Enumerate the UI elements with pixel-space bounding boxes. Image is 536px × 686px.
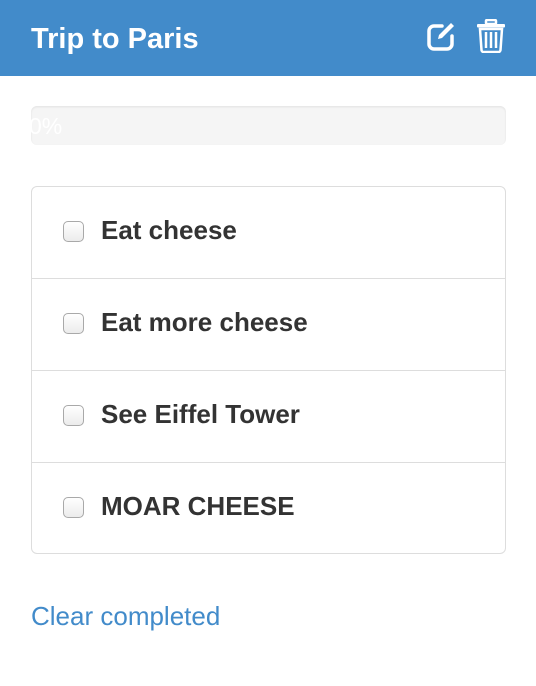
progress-bar: 0% [31, 106, 506, 145]
item-checkbox[interactable] [63, 313, 84, 334]
item-checkbox[interactable] [63, 497, 84, 518]
clear-completed-link[interactable]: Clear completed [31, 600, 220, 632]
item-label: See Eiffel Tower [101, 399, 300, 429]
edit-button[interactable] [423, 17, 459, 55]
progress-label: 0% [31, 113, 63, 139]
item-label: Eat more cheese [101, 307, 308, 337]
list-item: Eat more cheese [32, 278, 505, 370]
item-label: Eat cheese [101, 215, 237, 245]
list-item: See Eiffel Tower [32, 370, 505, 462]
list-panel: Trip to Paris 0% Eat cheese Eat more che… [0, 0, 536, 686]
item-checkbox[interactable] [63, 221, 84, 242]
item-label: MOAR CHEESE [101, 491, 295, 521]
item-checkbox[interactable] [63, 405, 84, 426]
list-item: MOAR CHEESE [32, 462, 505, 553]
delete-button[interactable] [473, 17, 509, 55]
edit-icon [427, 23, 454, 51]
trash-icon [477, 19, 505, 53]
panel-header: Trip to Paris [0, 0, 536, 76]
todo-list: Eat cheese Eat more cheese See Eiffel To… [31, 186, 506, 554]
list-title: Trip to Paris [31, 23, 199, 55]
list-item: Eat cheese [32, 187, 505, 278]
